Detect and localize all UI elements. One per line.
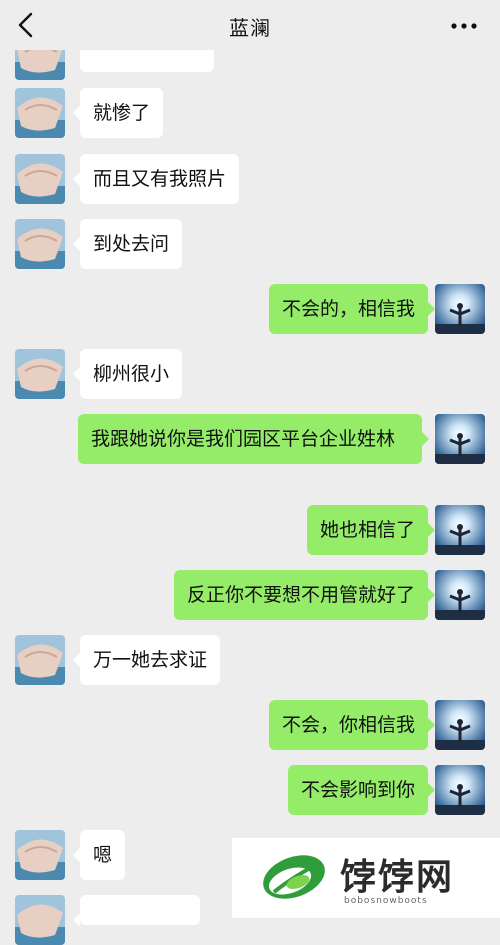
contact-avatar[interactable] (15, 219, 65, 269)
message-bubble-self[interactable]: 不会的，相信我 (268, 284, 436, 334)
leaf-logo-icon (263, 855, 325, 899)
message-bubble[interactable]: 而且又有我照片 (72, 154, 240, 204)
message-bubble[interactable]: 万一她去求证 (72, 635, 221, 685)
message-bubble[interactable]: 柳州很小 (72, 349, 183, 399)
message-bubble-self[interactable]: 不会影响到你 (287, 765, 436, 815)
contact-avatar[interactable] (15, 88, 65, 138)
message-bubble[interactable]: 嗯 (72, 830, 126, 880)
contact-avatar[interactable] (15, 154, 65, 204)
self-avatar[interactable] (435, 284, 485, 334)
message-bubble-self[interactable]: 我跟她说你是我们园区平台企业姓林 (78, 414, 429, 464)
chat-title: 蓝澜 (229, 16, 271, 40)
message-bubble[interactable]: 到处去问 (72, 219, 183, 269)
chat-area[interactable]: 就惨了 而且又有我照片 到处去问 不会的，相信我 柳州很小 我跟她说你是我们园区… (0, 0, 500, 945)
message-bubble-self[interactable]: 她也相信了 (306, 505, 436, 555)
message-bubble-cut[interactable] (73, 895, 200, 927)
self-avatar[interactable] (435, 700, 485, 750)
message-bubble-self[interactable]: 不会，你相信我 (268, 700, 436, 750)
contact-avatar[interactable] (15, 349, 65, 399)
watermark-brand: 饽饽网 (340, 857, 455, 898)
contact-avatar[interactable] (15, 830, 65, 880)
self-avatar[interactable] (435, 414, 485, 464)
self-avatar[interactable] (435, 505, 485, 555)
watermark: 饽饽网 bobosnowboots (232, 838, 500, 918)
message-bubble[interactable]: 就惨了 (72, 88, 164, 138)
chat-header: 蓝澜 (0, 0, 500, 50)
self-avatar[interactable] (435, 570, 485, 620)
more-dots-icon[interactable] (450, 22, 478, 30)
watermark-url: bobosnowboots (344, 896, 428, 906)
message-bubble-self[interactable]: 反正你不要想不用管就好了 (173, 570, 436, 620)
self-avatar[interactable] (435, 765, 485, 815)
contact-avatar[interactable] (15, 895, 65, 945)
contact-avatar[interactable] (15, 635, 65, 685)
